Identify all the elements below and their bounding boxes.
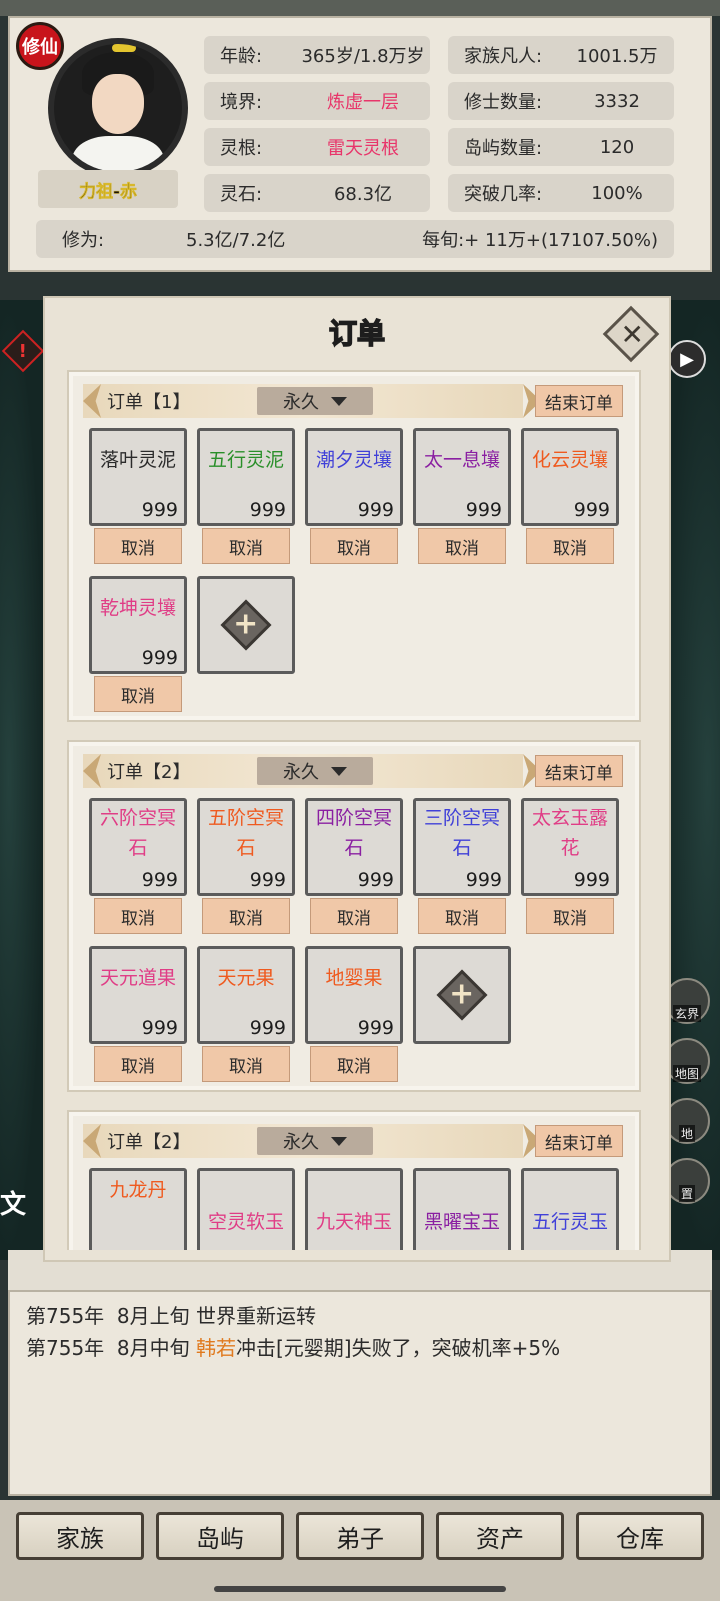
cancel-button[interactable]: 取消: [310, 1046, 398, 1082]
order-item[interactable]: 九天神玉: [305, 1168, 403, 1250]
event-log[interactable]: 第755年 8月上旬 世界重新运转 第755年 8月中旬 韩若冲击[元婴期]失败…: [8, 1290, 712, 1496]
order-header: 订单【2】 永久: [83, 754, 541, 788]
cancel-button[interactable]: 取消: [202, 898, 290, 934]
cancel-button[interactable]: 取消: [202, 528, 290, 564]
nav-islands-button[interactable]: 岛屿: [156, 1512, 284, 1560]
order-item[interactable]: 四阶空冥石 999: [305, 798, 403, 896]
order-item[interactable]: 三阶空冥石 999: [413, 798, 511, 896]
cancel-button[interactable]: 取消: [526, 528, 614, 564]
chevron-down-icon: [331, 766, 347, 776]
cancel-button[interactable]: 取消: [418, 898, 506, 934]
avatar[interactable]: [48, 38, 188, 178]
arrow-left-icon: [83, 754, 101, 788]
cultivation-value: 5.3亿/7.2亿: [186, 230, 286, 251]
cancel-button[interactable]: 取消: [526, 898, 614, 934]
add-item-button[interactable]: +: [197, 576, 295, 674]
stat-age: 年龄: 365岁/1.8万岁: [204, 36, 430, 74]
order-item[interactable]: 地婴果 999: [305, 946, 403, 1044]
cancel-button[interactable]: 取消: [202, 1046, 290, 1082]
end-order-button[interactable]: 结束订单: [535, 385, 623, 417]
order-item[interactable]: 六阶空冥石 999: [89, 798, 187, 896]
order-item[interactable]: 乾坤灵壤 999: [89, 576, 187, 674]
order-item[interactable]: 化云灵壤 999: [521, 428, 619, 526]
cancel-button[interactable]: 取消: [310, 898, 398, 934]
duration-dropdown[interactable]: 永久: [257, 387, 373, 415]
order-item[interactable]: 落叶灵泥 999: [89, 428, 187, 526]
nav-family-button[interactable]: 家族: [16, 1512, 144, 1560]
plus-icon: +: [436, 969, 488, 1021]
order-label: 订单【2】: [107, 762, 191, 783]
plus-icon: +: [220, 599, 272, 651]
stat-mortals: 家族凡人: 1001.5万: [448, 36, 674, 74]
cancel-button[interactable]: 取消: [418, 528, 506, 564]
side-left-button[interactable]: 文: [0, 1184, 26, 1221]
cancel-button[interactable]: 取消: [94, 528, 182, 564]
order-label: 订单【1】: [107, 392, 191, 413]
character-name[interactable]: 韩若: [196, 1336, 236, 1360]
end-order-button[interactable]: 结束订单: [535, 1125, 623, 1157]
player-name: 力祖-赤: [38, 170, 178, 208]
cancel-button[interactable]: 取消: [94, 898, 182, 934]
xiuxian-badge: 修仙: [16, 22, 64, 70]
order-item[interactable]: 天元果 999: [197, 946, 295, 1044]
duration-dropdown[interactable]: 永久: [257, 757, 373, 785]
nav-warehouse-button[interactable]: 仓库: [576, 1512, 704, 1560]
orders-list[interactable]: 订单【1】 永久 结束订单 落叶灵泥 999 五行灵泥 999 潮夕灵壤 999 太一…: [67, 370, 641, 1250]
end-order-button[interactable]: 结束订单: [535, 755, 623, 787]
arrow-left-icon: [83, 384, 101, 418]
cancel-button[interactable]: 取消: [94, 676, 182, 712]
cancel-button[interactable]: 取消: [310, 528, 398, 564]
add-item-button[interactable]: +: [413, 946, 511, 1044]
order-header: 订单【2】 永久: [83, 1124, 541, 1158]
order-item[interactable]: 九龙丹: [89, 1168, 187, 1250]
cultivation-label: 修为:: [62, 230, 105, 251]
per-period-gain: 每旬:+ 11万+(17107.50%): [422, 230, 658, 251]
stat-realm: 境界: 炼虚一层: [204, 82, 430, 120]
order-item[interactable]: 五行灵玉: [521, 1168, 619, 1250]
stat-cultivation: 修为: 5.3亿/7.2亿 每旬:+ 11万+(17107.50%): [36, 220, 674, 258]
order-card: 订单【2】 永久 结束订单 六阶空冥石 999 五阶空冥石 999 四阶空冥石 999…: [67, 740, 641, 1092]
order-item[interactable]: 太玄玉露花 999: [521, 798, 619, 896]
order-item[interactable]: 潮夕灵壤 999: [305, 428, 403, 526]
order-item[interactable]: 天元道果 999: [89, 946, 187, 1044]
order-card: 订单【2】 永久 结束订单 九龙丹 空灵软玉 九天神玉 黑曜宝玉 五行灵玉: [67, 1110, 641, 1250]
duration-dropdown[interactable]: 永久: [257, 1127, 373, 1155]
chevron-down-icon: [331, 396, 347, 406]
stat-breakthrough: 突破几率: 100%: [448, 174, 674, 212]
nav-disciples-button[interactable]: 弟子: [296, 1512, 424, 1560]
play-icon[interactable]: ▶: [668, 340, 706, 378]
order-label: 订单【2】: [107, 1132, 191, 1153]
stat-islands: 岛屿数量: 120: [448, 128, 674, 166]
order-item[interactable]: 五阶空冥石 999: [197, 798, 295, 896]
top-strip: [0, 0, 720, 16]
order-modal: 订单 ✕ 订单【1】 永久 结束订单 落叶灵泥 999 五行灵泥 999 潮夕灵壤 9…: [43, 296, 671, 1262]
order-item[interactable]: 五行灵泥 999: [197, 428, 295, 526]
order-item[interactable]: 黑曜宝玉: [413, 1168, 511, 1250]
order-item[interactable]: 空灵软玉: [197, 1168, 295, 1250]
nav-assets-button[interactable]: 资产: [436, 1512, 564, 1560]
log-entry: 第755年 8月中旬 韩若冲击[元婴期]失败了，突破机率+5%: [26, 1336, 561, 1360]
order-header: 订单【1】 永久: [83, 384, 541, 418]
player-status-panel: 修仙 力祖-赤 年龄: 365岁/1.8万岁 家族凡人: 1001.5万 境界: 炼虚…: [8, 16, 712, 272]
stat-spirit-stones: 灵石: 68.3亿: [204, 174, 430, 212]
cancel-button[interactable]: 取消: [94, 1046, 182, 1082]
order-card: 订单【1】 永久 结束订单 落叶灵泥 999 五行灵泥 999 潮夕灵壤 999 太一…: [67, 370, 641, 722]
log-entry: 第755年 8月上旬 世界重新运转: [26, 1304, 316, 1328]
home-indicator[interactable]: [214, 1586, 506, 1592]
arrow-left-icon: [83, 1124, 101, 1158]
stat-spirit-root: 灵根: 雷天灵根: [204, 128, 430, 166]
scene-background-left: [0, 300, 44, 1260]
order-item[interactable]: 太一息壤 999: [413, 428, 511, 526]
modal-title: 订单: [328, 316, 386, 351]
stat-cultivators: 修士数量: 3332: [448, 82, 674, 120]
chevron-down-icon: [331, 1136, 347, 1146]
